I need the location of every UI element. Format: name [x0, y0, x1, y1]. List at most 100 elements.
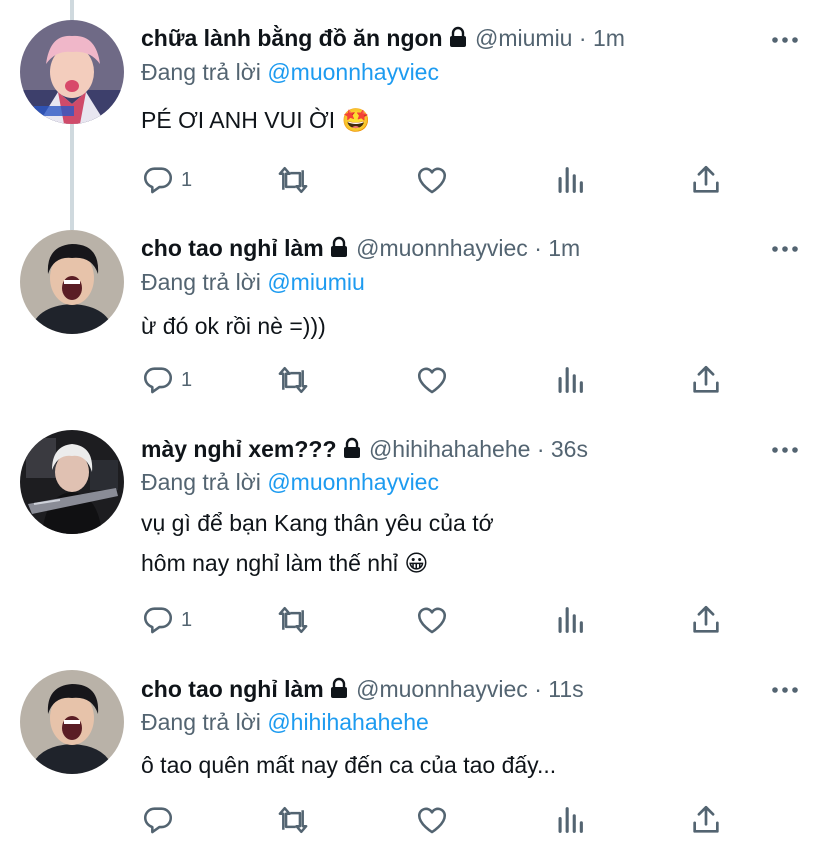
reply-icon	[143, 167, 173, 194]
retweet-icon	[278, 606, 308, 634]
reply-mention[interactable]: @miumiu	[267, 269, 364, 295]
analytics-icon	[558, 607, 583, 633]
reply-icon	[143, 607, 173, 634]
action-bar: 1	[141, 602, 741, 638]
handle[interactable]: @muonnhayviec	[356, 676, 528, 702]
reply-count: 1	[181, 608, 193, 631]
like-icon	[417, 807, 447, 834]
retweet-button[interactable]	[275, 162, 311, 198]
more-icon[interactable]	[770, 239, 800, 259]
tweet-text: ô tao quên mất nay đến ca của tao đấy...	[141, 745, 556, 785]
tweet-text: PÉ ƠI ANH VUI ỜI 🤩	[141, 100, 370, 140]
share-button[interactable]	[689, 602, 723, 638]
replying-prefix: Đang trả lời	[141, 469, 261, 495]
share-icon	[693, 365, 719, 393]
like-icon	[417, 607, 447, 634]
tweet-text-line: hôm nay nghỉ làm thế nhỉ 😀	[141, 550, 429, 576]
reply-count: 1	[181, 168, 193, 191]
tweet-header: chữa lành bằng đồ ăn ngon @miumiu · 1m	[141, 25, 625, 54]
more-icon[interactable]	[770, 440, 800, 460]
tweet-text-line: PÉ ƠI ANH VUI ỜI 🤩	[141, 107, 371, 133]
reply-mention[interactable]: @muonnhayviec	[267, 469, 439, 495]
tweet-text-line: ô tao quên mất nay đến ca của tao đấy...	[141, 752, 557, 778]
reply-count: 1	[181, 368, 193, 391]
handle[interactable]: @muonnhayviec	[356, 235, 528, 261]
reply-mention[interactable]: @muonnhayviec	[267, 59, 439, 85]
display-name[interactable]: mày nghỉ xem???	[141, 436, 337, 462]
like-button[interactable]	[415, 362, 449, 398]
timestamp[interactable]: 36s	[551, 436, 588, 462]
analytics-icon	[558, 807, 583, 833]
analytics-icon	[558, 167, 583, 193]
like-button[interactable]	[415, 162, 449, 198]
lock-icon	[341, 437, 363, 465]
display-name[interactable]: chữa lành bằng đồ ăn ngon	[141, 25, 443, 51]
avatar[interactable]	[20, 670, 124, 774]
avatar[interactable]	[20, 20, 124, 124]
replying-to: Đang trả lời @muonnhayviec	[141, 59, 439, 86]
retweet-button[interactable]	[275, 802, 311, 838]
replying-prefix: Đang trả lời	[141, 59, 261, 85]
avatar[interactable]	[20, 430, 124, 534]
replying-to: Đang trả lời @hihihahahehe	[141, 709, 429, 736]
action-bar: 1	[141, 162, 741, 198]
replying-prefix: Đang trả lời	[141, 709, 261, 735]
retweet-button[interactable]	[275, 602, 311, 638]
handle[interactable]: @miumiu	[475, 25, 572, 51]
timestamp[interactable]: 1m	[548, 235, 580, 261]
like-icon	[417, 367, 447, 394]
analytics-icon	[558, 367, 583, 393]
lock-icon	[328, 236, 350, 264]
analytics-button[interactable]	[553, 802, 587, 838]
handle[interactable]: @hihihahahehe	[369, 436, 530, 462]
reply-icon	[143, 807, 173, 834]
more-icon[interactable]	[770, 30, 800, 50]
replying-prefix: Đang trả lời	[141, 269, 261, 295]
timestamp[interactable]: 11s	[548, 676, 583, 702]
reply-button[interactable]: 1	[141, 362, 192, 398]
tweet-header: cho tao nghỉ làm @muonnhayviec · 11s	[141, 676, 584, 705]
share-button[interactable]	[689, 362, 723, 398]
timestamp[interactable]: 1m	[593, 25, 625, 51]
share-button[interactable]	[689, 162, 723, 198]
tweet-text-line: vụ gì để bạn Kang thân yêu của tớ	[141, 510, 494, 536]
share-button[interactable]	[689, 802, 723, 838]
display-name[interactable]: cho tao nghỉ làm	[141, 676, 324, 702]
replying-to: Đang trả lời @miumiu	[141, 269, 365, 296]
reply-button[interactable]	[141, 802, 181, 838]
retweet-icon	[278, 166, 308, 194]
reply-button[interactable]: 1	[141, 162, 192, 198]
action-bar	[141, 802, 741, 838]
replying-to: Đang trả lời @muonnhayviec	[141, 469, 439, 496]
retweet-button[interactable]	[275, 362, 311, 398]
analytics-button[interactable]	[553, 362, 587, 398]
reply-icon	[143, 367, 173, 394]
retweet-icon	[278, 806, 308, 834]
reply-mention[interactable]: @hihihahahehe	[267, 709, 428, 735]
lock-icon	[447, 26, 469, 54]
like-button[interactable]	[415, 802, 449, 838]
tweet-header: mày nghỉ xem??? @hihihahahehe · 36s	[141, 436, 588, 465]
analytics-button[interactable]	[553, 602, 587, 638]
lock-icon	[328, 677, 350, 705]
tweet-header: cho tao nghỉ làm @muonnhayviec · 1m	[141, 235, 580, 264]
tweet-text-line: ừ đó ok rồi nè =)))	[141, 313, 326, 339]
reply-button[interactable]: 1	[141, 602, 192, 638]
separator-dot: ·	[536, 436, 545, 462]
separator-dot: ·	[534, 235, 542, 261]
more-icon[interactable]	[770, 680, 800, 700]
share-icon	[693, 605, 719, 633]
separator-dot: ·	[578, 25, 587, 51]
share-icon	[693, 165, 719, 193]
analytics-button[interactable]	[553, 162, 587, 198]
share-icon	[693, 805, 719, 833]
like-icon	[417, 167, 447, 194]
tweet-text: vụ gì để bạn Kang thân yêu của tớ hôm na…	[141, 503, 494, 583]
display-name[interactable]: cho tao nghỉ làm	[141, 235, 324, 261]
like-button[interactable]	[415, 602, 449, 638]
retweet-icon	[278, 366, 308, 394]
separator-dot: ·	[534, 676, 542, 702]
avatar[interactable]	[20, 230, 124, 334]
action-bar: 1	[141, 362, 741, 398]
tweet-text: ừ đó ok rồi nè =)))	[141, 306, 326, 346]
